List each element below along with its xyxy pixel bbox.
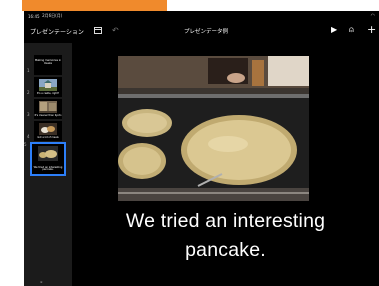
top-banner	[22, 0, 167, 11]
add-icon[interactable]: +	[367, 23, 376, 36]
slide-navigator: 1 Making memories in Osaka 2 It's a cast…	[24, 43, 72, 286]
wifi-icon: ◠	[370, 13, 375, 19]
toolbar: プレゼンテーション ↶ プレゼンデータ例 ▶ ⍝ +	[24, 21, 379, 43]
slide-thumbnail-3[interactable]: 3 It's cleaner than Kyoto	[27, 99, 62, 119]
slide-number: 5	[24, 142, 27, 147]
slide-thumbnail-caption: It's cleaner than Kyoto	[34, 114, 62, 118]
slide-caption[interactable]: We tried an interesting pancake.	[72, 207, 379, 265]
slide-thumbnail-caption: We tried an interesting pancake.	[33, 165, 63, 172]
slide-number: 4	[27, 134, 30, 139]
street-photo	[39, 101, 57, 113]
keynote-app-window: 16:45 2月6日(月) ◠ プレゼンテーション ↶ プレゼンデータ例 ▶ ⍝…	[24, 11, 379, 286]
add-slide-hint[interactable]: ⊕	[40, 280, 43, 284]
slide-number: 3	[27, 112, 30, 117]
slide-thumbnail-caption: Got a lot of meals	[37, 136, 59, 140]
slide-canvas[interactable]: We tried an interesting pancake.	[72, 43, 379, 286]
share-icon[interactable]: ⍝	[349, 25, 354, 35]
slides-panel-icon[interactable]	[94, 27, 102, 34]
status-time: 16:45	[28, 13, 40, 19]
meal-photo	[39, 123, 57, 135]
okonomiyaki-photo	[118, 56, 309, 201]
slide-number: 1	[27, 68, 30, 73]
slide-number: 2	[27, 90, 30, 95]
slide-thumbnail-caption: It's a castle, right?	[36, 92, 60, 96]
document-title: プレゼンデータ例	[184, 29, 229, 35]
slide-thumbnail-4[interactable]: 4 Got a lot of meals	[27, 121, 62, 141]
slide-thumbnail-5[interactable]: 5 We tried an interesting pancake.	[24, 142, 66, 176]
presentations-back-button[interactable]: プレゼンテーション	[30, 27, 84, 36]
castle-photo	[39, 79, 57, 91]
status-bar: 16:45 2月6日(月) ◠	[24, 11, 379, 21]
status-date: 2月6日(月)	[42, 13, 63, 18]
slide-thumbnail-1[interactable]: 1 Making memories in Osaka	[27, 55, 62, 75]
pancake-photo-thumb	[38, 146, 58, 161]
slide-caption-line-2: pancake.	[185, 239, 266, 261]
slide-thumbnail-2[interactable]: 2 It's a castle, right?	[27, 77, 62, 97]
slide-thumbnail-caption: Making memories in Osaka	[34, 59, 62, 65]
undo-icon[interactable]: ↶	[112, 26, 119, 35]
slide-caption-line-1: We tried an interesting	[125, 210, 326, 232]
play-icon[interactable]: ▶	[331, 25, 337, 34]
